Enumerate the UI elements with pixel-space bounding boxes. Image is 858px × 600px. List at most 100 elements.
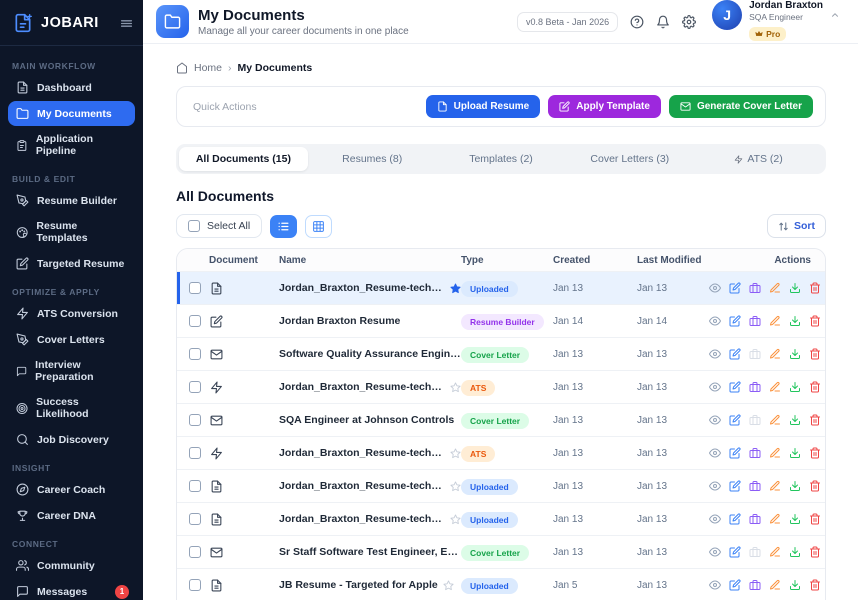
- download-action[interactable]: [789, 315, 801, 327]
- delete-action[interactable]: [809, 513, 821, 525]
- edit-action[interactable]: [729, 381, 741, 393]
- row-checkbox[interactable]: [189, 381, 201, 393]
- row-checkbox[interactable]: [189, 282, 201, 294]
- user-profile[interactable]: J Jordan Braxton SQA Engineer Pro: [712, 0, 840, 43]
- row-checkbox[interactable]: [189, 447, 201, 459]
- sidebar-item-targeted-resume[interactable]: Targeted Resume: [8, 251, 135, 276]
- annotate-action[interactable]: [769, 480, 781, 492]
- annotate-action[interactable]: [769, 282, 781, 294]
- view-action[interactable]: [709, 480, 721, 492]
- favorite-star-icon[interactable]: [450, 480, 461, 492]
- sidebar-item-success-likelihood[interactable]: Success Likelihood: [8, 390, 135, 426]
- grid-view-button[interactable]: [305, 214, 333, 238]
- view-action[interactable]: [709, 381, 721, 393]
- row-checkbox[interactable]: [189, 579, 201, 591]
- view-action[interactable]: [709, 414, 721, 426]
- table-row[interactable]: Software Quality Assurance Engineer at R…: [177, 337, 825, 370]
- download-action[interactable]: [789, 447, 801, 459]
- sidebar-item-resume-builder[interactable]: Resume Builder: [8, 188, 135, 213]
- delete-action[interactable]: [809, 282, 821, 294]
- delete-action[interactable]: [809, 414, 821, 426]
- delete-action[interactable]: [809, 579, 821, 591]
- row-checkbox[interactable]: [189, 348, 201, 360]
- breadcrumb-home[interactable]: Home: [194, 62, 222, 74]
- sidebar-item-messages[interactable]: Messages 1: [8, 579, 135, 600]
- edit-action[interactable]: [729, 447, 741, 459]
- annotate-action[interactable]: [769, 447, 781, 459]
- upload-resume-button[interactable]: Upload Resume: [425, 95, 541, 118]
- tab-templates-2[interactable]: Templates (2): [437, 147, 566, 171]
- table-row[interactable]: Sr Staff Software Test Engineer, Embedde…: [177, 535, 825, 568]
- delete-action[interactable]: [809, 480, 821, 492]
- download-action[interactable]: [789, 480, 801, 492]
- favorite-star-icon[interactable]: [450, 447, 461, 459]
- tab-resumes-8[interactable]: Resumes (8): [308, 147, 437, 171]
- download-action[interactable]: [789, 579, 801, 591]
- table-row[interactable]: SQA Engineer at Johnson Controls Cover L…: [177, 403, 825, 436]
- sidebar-item-application-pipeline[interactable]: Application Pipeline: [8, 127, 135, 163]
- edit-action[interactable]: [729, 579, 741, 591]
- favorite-star-icon[interactable]: [450, 282, 461, 294]
- download-action[interactable]: [789, 414, 801, 426]
- edit-action[interactable]: [729, 315, 741, 327]
- list-view-button[interactable]: [270, 214, 298, 238]
- table-row[interactable]: Jordan Braxton Resume Resume Builder Jan…: [177, 304, 825, 337]
- chevron-up-icon[interactable]: [830, 10, 840, 20]
- favorite-star-icon[interactable]: [450, 381, 461, 393]
- delete-action[interactable]: [809, 381, 821, 393]
- delete-action[interactable]: [809, 447, 821, 459]
- download-action[interactable]: [789, 513, 801, 525]
- download-action[interactable]: [789, 381, 801, 393]
- notifications-bell-icon[interactable]: [656, 15, 670, 29]
- view-action[interactable]: [709, 282, 721, 294]
- edit-action[interactable]: [729, 546, 741, 558]
- help-icon[interactable]: [630, 15, 644, 29]
- row-checkbox[interactable]: [189, 414, 201, 426]
- view-action[interactable]: [709, 315, 721, 327]
- analyze-action[interactable]: [749, 447, 761, 459]
- table-row[interactable]: Jordan_Braxton_Resume-technical.pdf Uplo…: [177, 502, 825, 535]
- view-action[interactable]: [709, 546, 721, 558]
- sidebar-item-career-dna[interactable]: Career DNA: [8, 503, 135, 528]
- table-row[interactable]: Jordan_Braxton_Resume-technical - ATS Op…: [177, 436, 825, 469]
- tab-cover-letters-3[interactable]: Cover Letters (3): [565, 147, 694, 171]
- table-row[interactable]: Jordan_Braxton_Resume-technical - ATS Op…: [177, 370, 825, 403]
- annotate-action[interactable]: [769, 348, 781, 360]
- favorite-star-icon[interactable]: [450, 513, 461, 525]
- view-action[interactable]: [709, 513, 721, 525]
- settings-gear-icon[interactable]: [682, 14, 697, 29]
- analyze-action[interactable]: [749, 315, 761, 327]
- select-all-button[interactable]: Select All: [176, 214, 263, 238]
- sort-button[interactable]: Sort: [767, 214, 826, 238]
- annotate-action[interactable]: [769, 315, 781, 327]
- row-checkbox[interactable]: [189, 546, 201, 558]
- view-action[interactable]: [709, 348, 721, 360]
- sidebar-item-community[interactable]: Community: [8, 553, 135, 578]
- annotate-action[interactable]: [769, 414, 781, 426]
- sidebar-item-career-coach[interactable]: Career Coach: [8, 477, 135, 502]
- row-checkbox[interactable]: [189, 480, 201, 492]
- view-action[interactable]: [709, 447, 721, 459]
- download-action[interactable]: [789, 546, 801, 558]
- analyze-action[interactable]: [749, 480, 761, 492]
- table-row[interactable]: Jordan_Braxton_Resume-technical.pdf Uplo…: [177, 469, 825, 502]
- annotate-action[interactable]: [769, 513, 781, 525]
- delete-action[interactable]: [809, 315, 821, 327]
- sidebar-item-cover-letters[interactable]: Cover Letters: [8, 327, 135, 352]
- sidebar-item-dashboard[interactable]: Dashboard: [8, 75, 135, 100]
- view-action[interactable]: [709, 579, 721, 591]
- apply-template-button[interactable]: Apply Template: [548, 95, 661, 118]
- generate-cover-letter-button[interactable]: Generate Cover Letter: [668, 95, 813, 118]
- row-checkbox[interactable]: [189, 315, 201, 327]
- edit-action[interactable]: [729, 513, 741, 525]
- analyze-action[interactable]: [749, 381, 761, 393]
- table-row[interactable]: JB Resume - Targeted for Apple Uploaded …: [177, 568, 825, 600]
- tab-all-documents-15[interactable]: All Documents (15): [179, 147, 308, 171]
- sidebar-item-my-documents[interactable]: My Documents: [8, 101, 135, 126]
- tab-ats-2[interactable]: ATS (2): [694, 147, 823, 171]
- annotate-action[interactable]: [769, 579, 781, 591]
- analyze-action[interactable]: [749, 579, 761, 591]
- edit-action[interactable]: [729, 480, 741, 492]
- edit-action[interactable]: [729, 282, 741, 294]
- sidebar-item-ats-conversion[interactable]: ATS Conversion: [8, 301, 135, 326]
